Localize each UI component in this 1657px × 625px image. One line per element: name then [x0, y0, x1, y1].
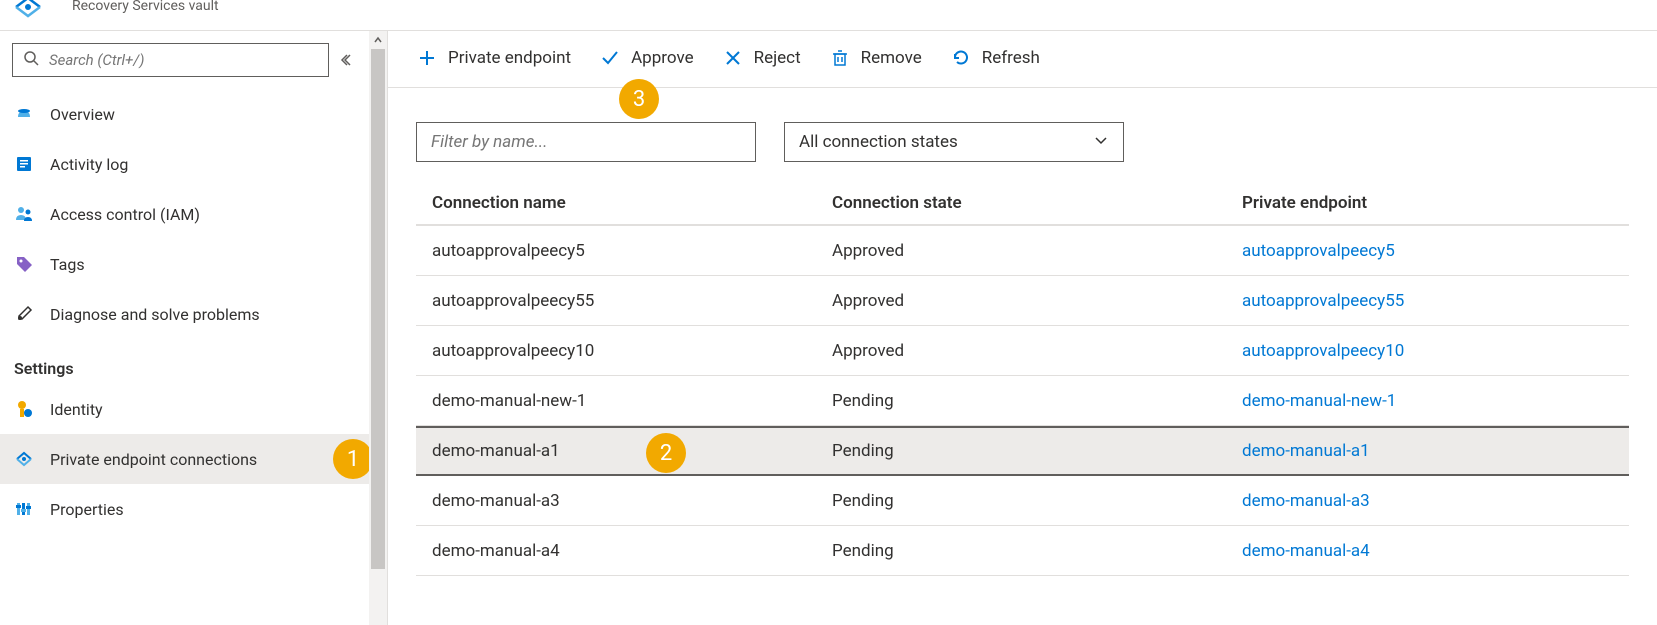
sidebar-item-label: Overview — [50, 105, 115, 124]
cell-connection-name: autoapprovalpeecy55 — [416, 291, 816, 311]
filter-by-name-input[interactable] — [416, 122, 756, 162]
col-private-endpoint[interactable]: Private endpoint — [1226, 193, 1629, 213]
table-header-row: Connection name Connection state Private… — [416, 182, 1629, 226]
reject-button[interactable]: Reject — [722, 47, 801, 69]
col-connection-state[interactable]: Connection state — [816, 193, 1226, 213]
sidebar-item-activity-log[interactable]: Activity log — [0, 139, 369, 189]
callout-3: 3 — [619, 79, 659, 119]
search-icon — [23, 50, 39, 70]
cell-connection-state: Approved — [816, 291, 1226, 311]
col-connection-name[interactable]: Connection name — [416, 193, 816, 213]
refresh-icon — [950, 47, 972, 69]
sidebar-search-input[interactable] — [49, 51, 318, 69]
sidebar-item-diagnose[interactable]: Diagnose and solve problems — [0, 289, 369, 339]
table-row[interactable]: autoapprovalpeecy55Approvedautoapprovalp… — [416, 276, 1629, 326]
refresh-button[interactable]: Refresh — [950, 47, 1040, 69]
sidebar-group-settings: Settings — [0, 339, 369, 384]
table-row[interactable]: demo-manual-a3Pendingdemo-manual-a3 — [416, 476, 1629, 526]
approve-button[interactable]: Approve 3 — [599, 47, 694, 69]
cell-connection-state: Pending — [816, 441, 1226, 461]
plus-icon — [416, 47, 438, 69]
cell-connection-state: Approved — [816, 341, 1226, 361]
sidebar-item-label: Identity — [50, 400, 103, 419]
chevron-down-icon — [1093, 132, 1109, 153]
table-row[interactable]: demo-manual-a4Pendingdemo-manual-a4 — [416, 526, 1629, 576]
sidebar-item-tags[interactable]: Tags — [0, 239, 369, 289]
cell-connection-state: Pending — [816, 391, 1226, 411]
sidebar-item-identity[interactable]: Identity — [0, 384, 369, 434]
vault-icon — [10, 0, 52, 24]
collapse-sidebar-button[interactable] — [337, 49, 359, 71]
cell-connection-state: Approved — [816, 241, 1226, 261]
cell-private-endpoint: demo-manual-a4 — [1226, 541, 1629, 561]
scroll-thumb[interactable] — [371, 49, 385, 569]
identity-icon — [14, 399, 34, 419]
access-control-icon — [14, 204, 34, 224]
private-endpoint-icon — [14, 449, 34, 469]
callout-1: 1 — [333, 439, 369, 479]
sidebar-item-label: Activity log — [50, 155, 128, 174]
cell-connection-name: demo-manual-a4 — [416, 541, 816, 561]
table-row[interactable]: demo-manual-new-1Pendingdemo-manual-new-… — [416, 376, 1629, 426]
sidebar-item-properties[interactable]: Properties — [0, 484, 369, 534]
connection-state-select[interactable]: All connection states — [784, 122, 1124, 162]
connections-table: Connection name Connection state Private… — [388, 182, 1657, 576]
private-endpoint-link[interactable]: demo-manual-a3 — [1242, 491, 1370, 511]
sidebar-item-private-endpoint-connections[interactable]: Private endpoint connections 1 — [0, 434, 369, 484]
overview-icon — [14, 104, 34, 124]
private-endpoint-link[interactable]: demo-manual-a1 — [1242, 441, 1370, 461]
sidebar-item-label: Properties — [50, 500, 124, 519]
cell-connection-name: demo-manual-a12 — [416, 441, 816, 461]
callout-2: 2 — [646, 433, 686, 473]
sidebar: Overview Activity log Access control (IA… — [0, 31, 388, 625]
sidebar-search[interactable] — [12, 43, 329, 77]
sidebar-scrollbar[interactable] — [369, 31, 387, 625]
cell-connection-name: autoapprovalpeecy10 — [416, 341, 816, 361]
remove-button[interactable]: Remove — [829, 47, 922, 69]
table-row[interactable]: autoapprovalpeecy10Approvedautoapprovalp… — [416, 326, 1629, 376]
toolbar: Private endpoint Approve 3 Reject Remove… — [388, 31, 1657, 88]
cell-connection-name: demo-manual-new-1 — [416, 391, 816, 411]
cell-private-endpoint: demo-manual-a1 — [1226, 441, 1629, 461]
scroll-up-icon[interactable] — [369, 31, 387, 49]
cell-private-endpoint: autoapprovalpeecy10 — [1226, 341, 1629, 361]
cell-private-endpoint: demo-manual-new-1 — [1226, 391, 1629, 411]
sidebar-item-label: Diagnose and solve problems — [50, 305, 260, 324]
filters-row: All connection states — [388, 88, 1657, 182]
page-header: Recovery Services vault — [0, 0, 1657, 30]
diagnose-icon — [14, 304, 34, 324]
page-subtitle: Recovery Services vault — [72, 0, 219, 14]
cell-connection-name: demo-manual-a3 — [416, 491, 816, 511]
properties-icon — [14, 499, 34, 519]
private-endpoint-link[interactable]: autoapprovalpeecy55 — [1242, 291, 1404, 311]
sidebar-item-label: Tags — [50, 255, 85, 274]
cell-private-endpoint: autoapprovalpeecy55 — [1226, 291, 1629, 311]
private-endpoint-button[interactable]: Private endpoint — [416, 47, 571, 69]
private-endpoint-link[interactable]: demo-manual-new-1 — [1242, 391, 1396, 411]
cell-private-endpoint: autoapprovalpeecy5 — [1226, 241, 1629, 261]
check-icon — [599, 47, 621, 69]
cell-connection-state: Pending — [816, 541, 1226, 561]
x-icon — [722, 47, 744, 69]
sidebar-item-overview[interactable]: Overview — [0, 89, 369, 139]
sidebar-item-label: Private endpoint connections — [50, 450, 257, 469]
table-row[interactable]: autoapprovalpeecy5Approvedautoapprovalpe… — [416, 226, 1629, 276]
cell-connection-state: Pending — [816, 491, 1226, 511]
trash-icon — [829, 47, 851, 69]
tags-icon — [14, 254, 34, 274]
sidebar-item-access-control[interactable]: Access control (IAM) — [0, 189, 369, 239]
cell-connection-name: autoapprovalpeecy5 — [416, 241, 816, 261]
private-endpoint-link[interactable]: autoapprovalpeecy10 — [1242, 341, 1404, 361]
main-content: Private endpoint Approve 3 Reject Remove… — [388, 31, 1657, 625]
private-endpoint-link[interactable]: demo-manual-a4 — [1242, 541, 1370, 561]
activity-log-icon — [14, 154, 34, 174]
table-row[interactable]: demo-manual-a12Pending demo-manual-a1 — [416, 426, 1629, 476]
private-endpoint-link[interactable]: autoapprovalpeecy5 — [1242, 241, 1395, 261]
cell-private-endpoint: demo-manual-a3 — [1226, 491, 1629, 511]
sidebar-item-label: Access control (IAM) — [50, 205, 200, 224]
